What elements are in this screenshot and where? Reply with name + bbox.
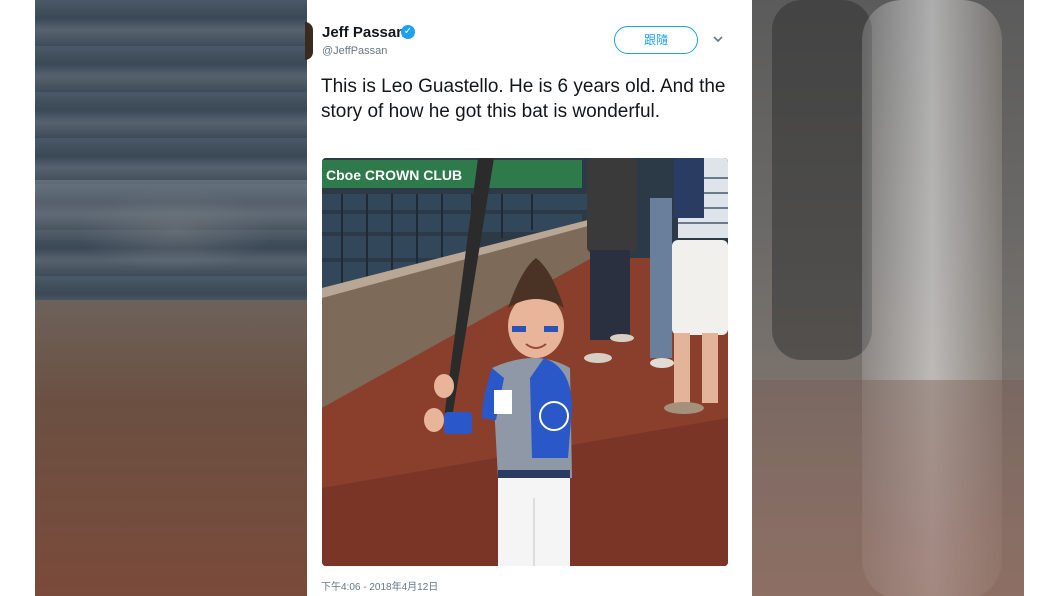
background-floor-right <box>752 380 1024 596</box>
author-handle[interactable]: @JeffPassan <box>322 45 387 57</box>
tweet-photo[interactable]: Cboe CROWN CLUB <box>322 158 728 566</box>
banner-text: Cboe CROWN CLUB <box>326 167 462 183</box>
background-shadow <box>772 0 872 360</box>
background-floor <box>35 300 307 596</box>
background-band <box>35 180 307 240</box>
tweet-timestamp[interactable]: 下午4:06 - 2018年4月12日 <box>321 578 438 593</box>
follow-button[interactable]: 跟隨 <box>614 26 698 54</box>
tweet-card: Jeff Passan ✓ @JeffPassan 跟隨 This is Leo… <box>305 0 752 596</box>
tweet-text: This is Leo Guastello. He is 6 years old… <box>321 76 726 122</box>
chevron-down-icon[interactable] <box>711 32 725 46</box>
verified-badge-icon: ✓ <box>401 25 415 39</box>
avatar[interactable] <box>305 22 313 60</box>
blurred-background-left <box>35 0 307 596</box>
photo-illustration: Cboe CROWN CLUB <box>322 158 728 566</box>
blurred-background-right <box>752 0 1024 596</box>
author-name[interactable]: Jeff Passan <box>322 24 405 41</box>
